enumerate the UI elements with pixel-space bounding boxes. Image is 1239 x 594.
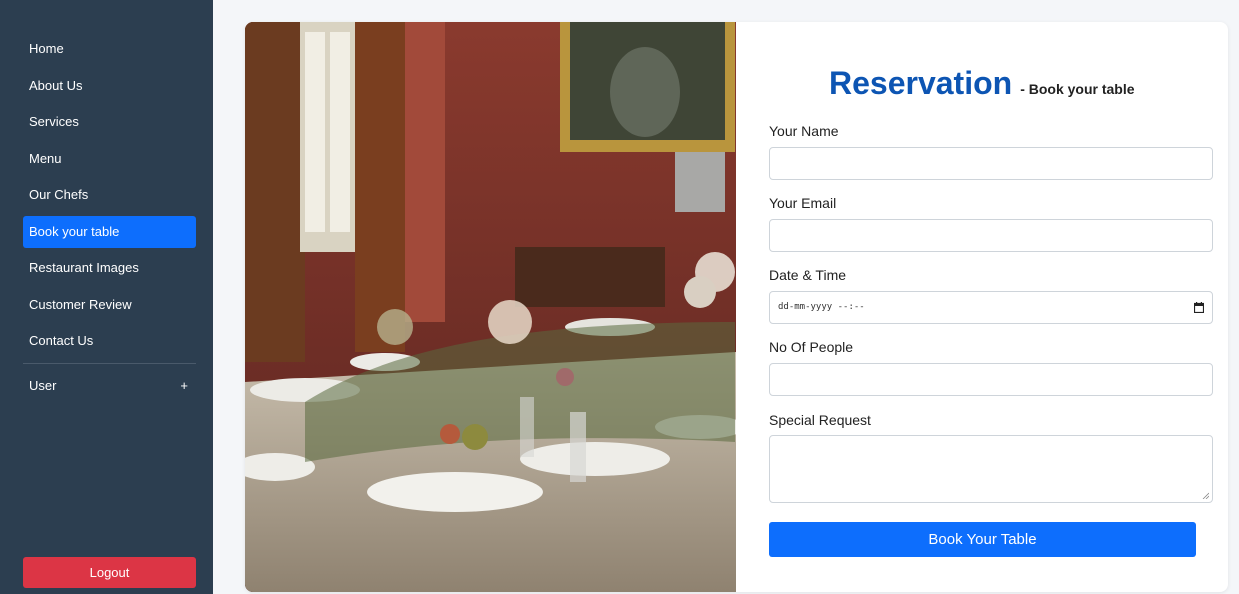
people-field[interactable] — [769, 363, 1213, 396]
sidebar-item-restaurant-images[interactable]: Restaurant Images — [23, 252, 196, 284]
sidebar-item-about-us[interactable]: About Us — [23, 70, 196, 102]
sidebar-item-user[interactable]: User + — [23, 370, 196, 402]
reservation-card: Reservation - Book your table Your Name … — [245, 22, 1228, 592]
page-title: Reservation — [829, 65, 1013, 101]
sidebar-item-book-your-table[interactable]: Book your table — [23, 215, 196, 248]
sidebar-item-our-chefs[interactable]: Our Chefs — [23, 179, 196, 211]
resize-grip-icon[interactable] — [1202, 492, 1209, 499]
book-table-button[interactable]: Book Your Table — [769, 522, 1196, 557]
sidebar-item-home[interactable]: Home — [23, 33, 196, 65]
dining-room-image — [245, 22, 736, 592]
sidebar-divider — [23, 363, 196, 364]
page-subtitle: - Book your table — [1020, 81, 1135, 97]
form-header: Reservation - Book your table — [829, 65, 1135, 102]
sidebar-item-services[interactable]: Services — [23, 106, 196, 138]
request-textarea[interactable] — [769, 435, 1213, 503]
calendar-icon[interactable] — [1194, 302, 1204, 313]
sidebar-item-customer-review[interactable]: Customer Review — [23, 289, 196, 321]
reservation-form: Reservation - Book your table Your Name … — [769, 22, 1213, 592]
email-label: Your Email — [769, 195, 837, 211]
sidebar-item-menu[interactable]: Menu — [23, 143, 196, 175]
request-label: Special Request — [769, 412, 871, 428]
restaurant-photo — [245, 22, 736, 592]
sidebar-user-label: User — [29, 378, 57, 393]
plus-icon[interactable]: + — [180, 370, 188, 402]
datetime-value: dd-mm-yyyy --:-- — [778, 302, 865, 312]
name-label: Your Name — [769, 123, 839, 139]
name-field[interactable] — [769, 147, 1213, 180]
datetime-field[interactable]: dd-mm-yyyy --:-- — [769, 291, 1213, 324]
email-field[interactable] — [769, 219, 1213, 252]
datetime-label: Date & Time — [769, 267, 847, 283]
sidebar: Home About Us Services Menu Our Chefs Bo… — [0, 0, 213, 594]
sidebar-item-contact-us[interactable]: Contact Us — [23, 325, 196, 357]
people-label: No Of People — [769, 339, 854, 355]
logout-button[interactable]: Logout — [23, 557, 196, 588]
